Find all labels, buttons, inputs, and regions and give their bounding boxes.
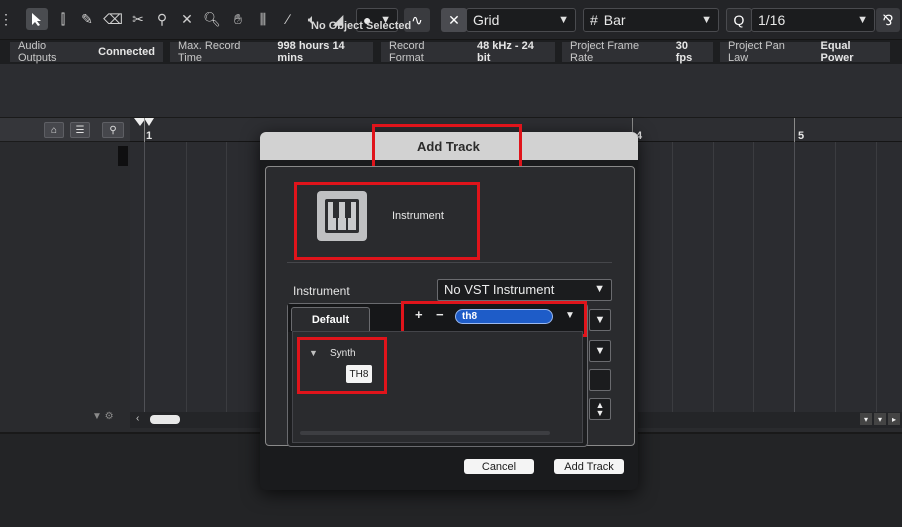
project-frame-rate-cell[interactable]: Project Frame Rate 30 fps <box>562 40 713 64</box>
grid-line <box>144 142 145 412</box>
ruler-tick <box>794 118 795 142</box>
hand-tool-icon[interactable]: ✋︎ <box>227 8 249 30</box>
zoom-tool-icon[interactable]: 🔍︎ <box>201 8 223 30</box>
grid-line <box>753 142 754 412</box>
grid-type-value: Bar <box>603 12 626 28</box>
dialog-separator <box>287 262 612 263</box>
zoom-out-icon[interactable]: ▾ <box>860 413 872 425</box>
draw-tool-icon[interactable]: ✎ <box>76 8 98 30</box>
search-icon[interactable]: ⚲ <box>102 122 124 138</box>
vst-instrument-select[interactable]: No VST Instrument ▼ <box>437 279 612 301</box>
grid-line <box>876 142 877 412</box>
split-tool-icon[interactable]: ✂ <box>127 8 149 30</box>
ruler-tick <box>144 118 145 142</box>
cancel-button[interactable]: Cancel <box>464 459 534 474</box>
zoom-slider-icon[interactable]: ▸ <box>888 413 900 425</box>
list-scrollbar[interactable] <box>300 431 550 435</box>
track-list-menu-icon[interactable]: ☰ <box>70 122 90 138</box>
instrument-field-label: Instrument <box>293 284 350 298</box>
vst-instrument-value: No VST Instrument <box>444 282 555 297</box>
chevron-down-icon: ▼ <box>701 14 712 26</box>
project-cursor-icon[interactable] <box>144 118 154 126</box>
audio-outputs-cell[interactable]: Audio Outputs Connected <box>10 40 163 64</box>
track-presets-icon[interactable]: ⌂ <box>44 122 64 138</box>
quantize-value: 1/16 <box>758 12 786 28</box>
grid-line <box>672 142 673 412</box>
glue-tool-icon[interactable]: ⚲ <box>151 8 173 30</box>
grid-icon: # <box>590 12 598 28</box>
grid-line <box>713 142 714 412</box>
track-scroll-indicator <box>118 146 128 166</box>
highlight-title-box <box>372 124 522 170</box>
highlight-instrument-box <box>294 182 480 260</box>
erase-tool-icon[interactable]: ⌫ <box>102 8 124 30</box>
snap-type-value: Grid <box>473 12 500 28</box>
scroll-left-icon[interactable]: ‹ <box>136 413 139 424</box>
chevron-down-icon: ▼ <box>594 283 605 295</box>
info-line-object-bar <box>0 64 902 118</box>
project-pan-law-cell[interactable]: Project Pan Law Equal Power <box>720 40 890 64</box>
highlight-synth-box <box>297 337 387 394</box>
track-name-field[interactable] <box>589 369 611 391</box>
snap-toggle-icon[interactable]: ✕ <box>441 8 467 32</box>
tab-default[interactable]: Default <box>291 307 370 331</box>
ruler-bar-number: 1 <box>146 130 153 142</box>
snap-type-select[interactable]: Grid ▼ <box>466 8 576 32</box>
record-format-cell[interactable]: Record Format 48 kHz - 24 bit <box>381 40 555 64</box>
chevron-down-icon: ▼ <box>857 14 868 26</box>
range-selection-tool-icon[interactable]: ⫿ <box>52 8 74 30</box>
grid-line <box>794 142 795 412</box>
audio-outputs-dropdown[interactable]: ▼ <box>589 340 611 362</box>
grid-line <box>226 142 227 412</box>
object-selection-tool-icon[interactable] <box>26 8 48 30</box>
quantize-value-select[interactable]: 1/16 ▼ <box>751 8 875 32</box>
max-record-time-cell[interactable]: Max. Record Time 998 hours 14 mins <box>170 40 373 64</box>
track-count-stepper[interactable]: ▲ ▼ <box>589 398 611 420</box>
no-object-selected-label: No Object Selected <box>311 20 412 32</box>
delete-tool-icon[interactable]: ✕ <box>176 8 198 30</box>
zoom-in-icon[interactable]: ▾ <box>874 413 886 425</box>
chevron-down-icon: ▼ <box>558 14 569 26</box>
track-list <box>0 118 130 438</box>
scrollbar-thumb[interactable] <box>150 415 180 424</box>
audio-inputs-dropdown[interactable]: ▼ <box>589 309 611 331</box>
grid-line <box>835 142 836 412</box>
line-tool-icon[interactable]: ∕ <box>277 8 299 30</box>
ruler-bar-number: 5 <box>798 130 805 142</box>
toolbar-handle-icon[interactable]: ⋮ <box>0 8 13 30</box>
grid-type-select[interactable]: # Bar ▼ <box>583 8 719 32</box>
track-list-options-icon[interactable]: ▼ ⚙ <box>92 411 114 422</box>
add-track-button[interactable]: Add Track <box>554 459 624 474</box>
time-warp-tool-icon[interactable]: ⫼ <box>252 8 274 30</box>
quantize-icon[interactable]: Q <box>726 8 752 32</box>
quantize-settings-icon[interactable]: ⅋ <box>876 8 900 32</box>
grid-line <box>186 142 187 412</box>
